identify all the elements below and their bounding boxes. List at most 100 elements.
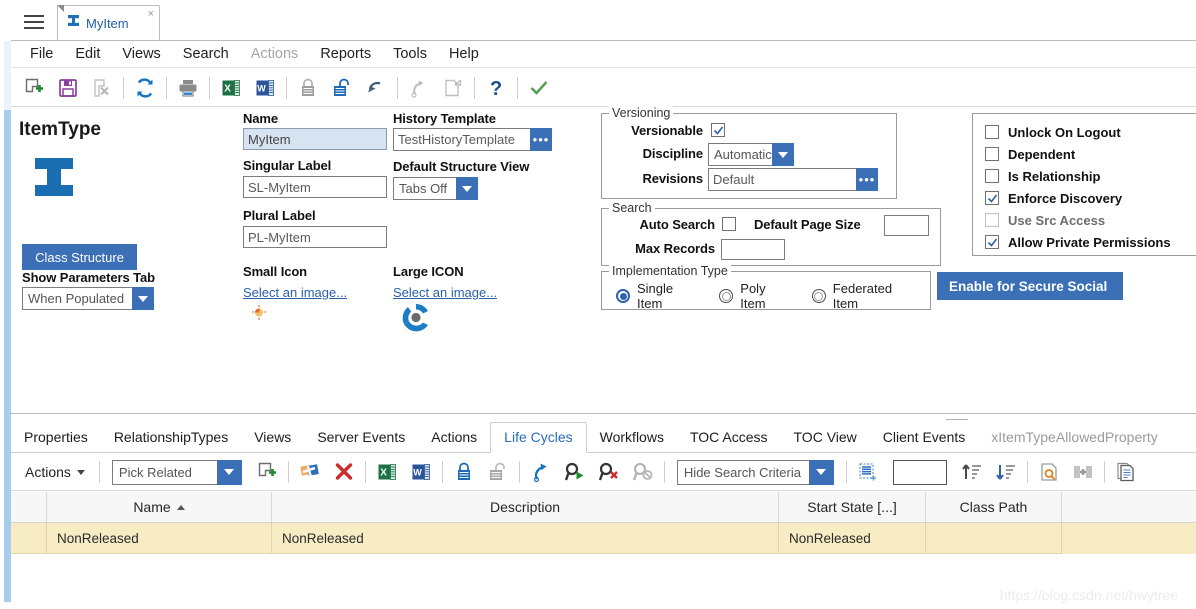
flag-row-allow-private-permissions[interactable]: Allow Private Permissions	[985, 231, 1196, 253]
undo-icon[interactable]	[359, 72, 393, 104]
tab-properties[interactable]: Properties	[11, 423, 101, 452]
export-excel-icon[interactable]: X	[370, 456, 404, 488]
menu-item-search[interactable]: Search	[172, 44, 240, 64]
flag-row-is-relationship[interactable]: Is Relationship	[985, 165, 1196, 187]
preview-icon[interactable]	[1032, 456, 1066, 488]
tab-server-events[interactable]: Server Events	[304, 423, 418, 452]
save-icon[interactable]	[51, 72, 85, 104]
chevron-down-icon[interactable]	[772, 143, 794, 166]
default-structure-view-select[interactable]: Tabs Off	[393, 177, 478, 200]
page-number-input[interactable]	[892, 459, 947, 485]
table-cell[interactable]	[11, 523, 47, 554]
max-records-input[interactable]	[721, 239, 785, 260]
menu-item-tools[interactable]: Tools	[382, 44, 438, 64]
clear-search-icon[interactable]	[592, 456, 626, 488]
chevron-down-icon[interactable]	[808, 459, 834, 485]
flag-row-enforce-discovery[interactable]: Enforce Discovery	[985, 187, 1196, 209]
class-structure-button[interactable]: Class Structure	[22, 244, 137, 270]
implementation-option-federated-item[interactable]: Federated Item	[811, 281, 920, 311]
document-tab-myitem[interactable]: MyItem ×	[57, 5, 160, 41]
grid-column-header-start-state[interactable]: Start State [...]	[779, 492, 926, 522]
implementation-option-poly-item[interactable]: Poly Item	[719, 281, 794, 311]
menu-item-reports[interactable]: Reports	[309, 44, 382, 64]
lock-icon[interactable]	[447, 456, 481, 488]
table-row[interactable]: NonReleased NonReleased NonReleased	[11, 523, 1196, 554]
menu-item-edit[interactable]: Edit	[64, 44, 111, 64]
versionable-checkbox[interactable]	[711, 123, 725, 137]
discipline-select[interactable]: Automatic	[708, 143, 794, 166]
menu-item-views[interactable]: Views	[111, 44, 171, 64]
flag-row-use-src-access[interactable]: Use Src Access	[985, 209, 1196, 231]
revisions-browse-button[interactable]: •••	[856, 168, 878, 191]
checkbox-icon[interactable]	[985, 191, 999, 205]
refresh-icon[interactable]	[128, 72, 162, 104]
delete-row-icon[interactable]	[327, 456, 361, 488]
checkbox-icon[interactable]	[985, 235, 999, 249]
small-icon-select-link[interactable]: Select an image...	[243, 285, 347, 300]
auto-search-checkbox[interactable]	[722, 217, 736, 231]
redo-icon[interactable]	[524, 456, 558, 488]
default-page-size-input[interactable]	[884, 215, 929, 236]
run-search-icon[interactable]	[558, 456, 592, 488]
table-cell[interactable]: NonReleased	[779, 523, 926, 554]
revisions-input[interactable]: Default	[708, 168, 856, 191]
export-word-icon[interactable]: W	[248, 72, 282, 104]
done-icon[interactable]	[522, 72, 556, 104]
print-icon[interactable]	[171, 72, 205, 104]
sort-descending-icon[interactable]	[989, 456, 1023, 488]
flag-row-unlock-on-logout[interactable]: Unlock On Logout	[985, 121, 1196, 143]
add-row-icon[interactable]	[250, 456, 284, 488]
unlock-icon[interactable]	[325, 72, 359, 104]
actions-dropdown-button[interactable]: Actions	[19, 464, 95, 480]
export-excel-icon[interactable]: X	[214, 72, 248, 104]
pick-related-select[interactable]: Pick Related	[111, 459, 242, 485]
chevron-down-icon[interactable]	[456, 177, 478, 200]
chevron-down-icon[interactable]	[132, 287, 154, 310]
new-page-icon[interactable]	[851, 456, 885, 488]
checkbox-icon[interactable]	[985, 169, 999, 183]
grid-column-header-class-path[interactable]: Class Path	[926, 492, 1062, 522]
history-template-input[interactable]: TestHistoryTemplate	[393, 128, 530, 151]
tab-toc-view[interactable]: TOC View	[781, 423, 870, 452]
copy-rows-icon[interactable]	[1109, 456, 1143, 488]
history-template-browse-button[interactable]: •••	[530, 128, 552, 151]
tab-life-cycles[interactable]: Life Cycles	[490, 422, 587, 453]
menu-item-file[interactable]: File	[19, 44, 64, 64]
hide-search-criteria-select[interactable]: Hide Search Criteria	[676, 459, 834, 485]
close-icon[interactable]: ×	[148, 9, 154, 20]
tab-relationshiptypes[interactable]: RelationshipTypes	[101, 423, 241, 452]
singular-label-input[interactable]: SL-MyItem	[243, 176, 387, 198]
tab-xitemtypeallowedproperty[interactable]: xItemTypeAllowedProperty	[978, 423, 1171, 452]
radio-icon[interactable]	[616, 289, 630, 303]
plural-label-input[interactable]: PL-MyItem	[243, 226, 387, 248]
radio-icon[interactable]	[719, 289, 734, 303]
new-icon[interactable]	[17, 72, 51, 104]
implementation-option-single-item[interactable]: Single Item	[616, 281, 701, 311]
large-icon-select-link[interactable]: Select an image...	[393, 285, 497, 300]
help-icon[interactable]: ?	[479, 72, 513, 104]
checkbox-icon[interactable]	[985, 125, 999, 139]
name-input[interactable]: MyItem	[243, 128, 387, 150]
table-cell[interactable]: NonReleased	[47, 523, 272, 554]
menu-item-help[interactable]: Help	[438, 44, 490, 64]
grid-column-header[interactable]	[11, 492, 47, 522]
export-word-icon[interactable]: W	[404, 456, 438, 488]
sort-ascending-icon[interactable]	[955, 456, 989, 488]
enable-secure-social-button[interactable]: Enable for Secure Social	[937, 272, 1123, 300]
flag-row-dependent[interactable]: Dependent	[985, 143, 1196, 165]
relationship-icon[interactable]	[293, 456, 327, 488]
grid-column-header-description[interactable]: Description	[272, 492, 779, 522]
grid-column-header-name[interactable]: Name	[47, 492, 272, 522]
tab-workflows[interactable]: Workflows	[587, 423, 677, 452]
tab-toc-access[interactable]: TOC Access	[677, 423, 781, 452]
table-cell[interactable]	[926, 523, 1062, 554]
tab-actions[interactable]: Actions	[418, 423, 490, 452]
show-parameters-tab-select[interactable]: When Populated	[22, 287, 154, 310]
chevron-down-icon[interactable]	[216, 459, 242, 485]
hamburger-menu-icon[interactable]	[24, 11, 46, 31]
radio-icon[interactable]	[811, 289, 826, 303]
tab-client-events[interactable]: Client Events	[870, 423, 978, 452]
table-cell[interactable]: NonReleased	[272, 523, 779, 554]
tab-views[interactable]: Views	[241, 423, 304, 452]
checkbox-icon[interactable]	[985, 147, 999, 161]
